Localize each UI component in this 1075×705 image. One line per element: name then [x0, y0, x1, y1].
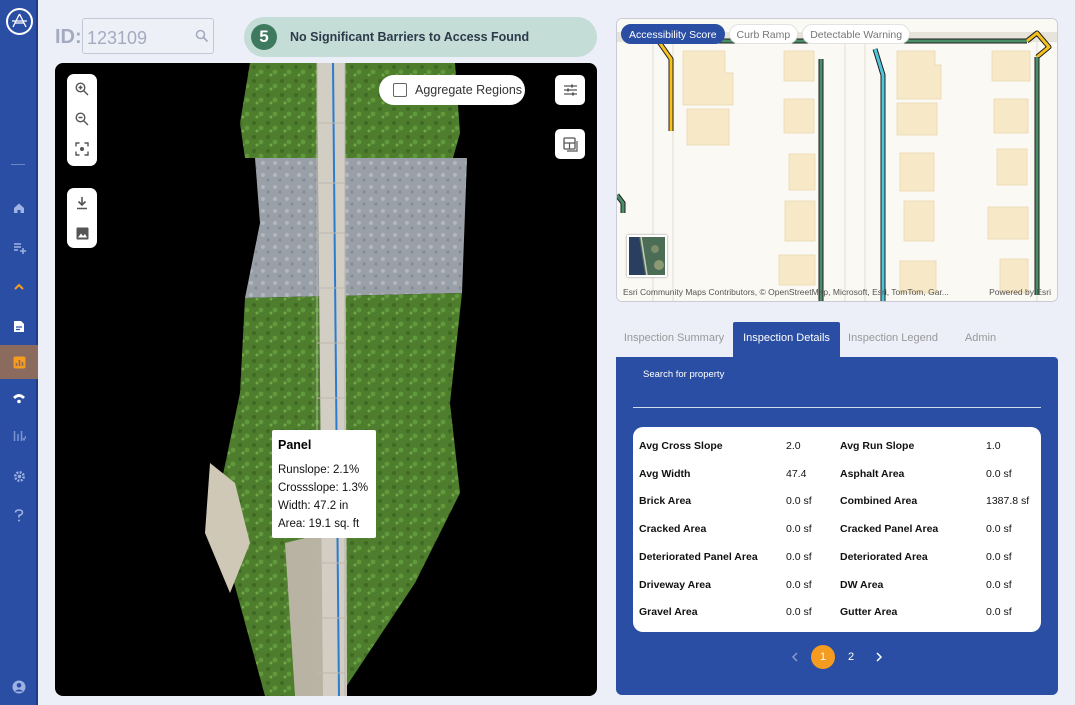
tab-inspection-legend[interactable]: Inspection Legend — [843, 322, 943, 358]
inspection-tabs: Inspection Summary Inspection Details In… — [616, 322, 1058, 358]
id-search-input[interactable]: 123109 — [82, 18, 214, 54]
chevron-up-icon[interactable] — [0, 270, 38, 304]
image-icon[interactable] — [67, 218, 97, 248]
accessibility-score-badge: 5 — [251, 24, 277, 50]
playlist-add-icon[interactable] — [0, 231, 38, 265]
inspection-details-panel: Search for property Avg Cross Slope 2.0 … — [616, 357, 1058, 695]
map-tab-detectable-warning[interactable]: Detectable Warning — [802, 24, 911, 44]
detail-value: 0.0 sf — [786, 551, 812, 563]
chevron-right-icon[interactable] — [867, 645, 891, 669]
map-attribution[interactable]: Esri Community Maps Contributors, © Open… — [623, 287, 949, 297]
basemap-toggle[interactable] — [627, 235, 667, 277]
chevron-left-icon[interactable] — [783, 645, 807, 669]
pagination: 1 2 — [616, 645, 1058, 669]
detail-key: Combined Area — [840, 495, 918, 507]
settings-icon[interactable] — [0, 459, 38, 493]
help-icon[interactable] — [0, 498, 38, 532]
detail-key: DW Area — [840, 579, 884, 591]
zoom-toolbar — [67, 74, 97, 166]
layout-toggle-icon[interactable] — [555, 129, 585, 159]
filter-settings-icon[interactable] — [555, 75, 585, 105]
detail-key: Gravel Area — [639, 606, 698, 618]
table-row: Brick Area 0.0 sf Combined Area 1387.8 s… — [633, 495, 1041, 515]
detail-key: Avg Width — [639, 468, 691, 480]
detail-value: 0.0 sf — [986, 468, 1012, 480]
detail-key: Driveway Area — [639, 579, 711, 591]
fit-view-icon[interactable] — [67, 134, 97, 164]
data-icon[interactable] — [0, 419, 38, 453]
map-canvas — [617, 19, 1057, 301]
aggregate-regions-toggle[interactable]: Aggregate Regions — [379, 75, 525, 105]
page-1-button[interactable]: 1 — [811, 645, 835, 669]
access-status-banner: 5 No Significant Barriers to Access Foun… — [244, 17, 597, 57]
tooltip-title: Panel — [278, 438, 312, 452]
id-label: ID: — [55, 26, 82, 48]
detail-key: Brick Area — [639, 495, 692, 507]
tooltip-runslope: Runslope: 2.1% — [278, 464, 360, 476]
detail-value: 2.0 — [786, 440, 801, 452]
detail-value: 0.0 sf — [986, 579, 1012, 591]
sidewalk-imagery — [205, 63, 467, 696]
tooltip-area: Area: 19.1 sq. ft — [278, 518, 360, 530]
detail-value: 0.0 sf — [786, 579, 812, 591]
report-icon[interactable] — [0, 309, 38, 343]
export-toolbar — [67, 188, 97, 248]
table-row: Avg Cross Slope 2.0 Avg Run Slope 1.0 — [633, 440, 1041, 460]
property-search-label: Search for property — [643, 369, 725, 380]
detail-key: Gutter Area — [840, 606, 898, 618]
detail-key: Deteriorated Area — [840, 551, 928, 563]
tooltip-width: Width: 47.2 in — [278, 500, 349, 512]
aggregate-regions-checkbox[interactable] — [393, 83, 407, 97]
detail-value: 0.0 sf — [786, 606, 812, 618]
tab-inspection-details[interactable]: Inspection Details — [733, 322, 840, 358]
detail-value: 0.0 sf — [786, 523, 812, 535]
map-tab-accessibility-score[interactable]: Accessibility Score — [621, 24, 725, 44]
user-account-icon[interactable] — [0, 670, 38, 704]
panel-tooltip: Panel Runslope: 2.1% Crossslope: 1.3% Wi… — [272, 430, 376, 538]
tab-inspection-summary[interactable]: Inspection Summary — [616, 322, 732, 358]
table-row: Cracked Area 0.0 sf Cracked Panel Area 0… — [633, 523, 1041, 543]
id-input-value: 123109 — [87, 28, 148, 48]
table-row: Gravel Area 0.0 sf Gutter Area 0.0 sf — [633, 606, 1041, 626]
detail-value: 47.4 — [786, 468, 807, 480]
table-row: Deteriorated Panel Area 0.0 sf Deteriora… — [633, 551, 1041, 571]
detail-value: 0.0 sf — [986, 523, 1012, 535]
property-search-input[interactable] — [633, 407, 1041, 408]
detail-value: 0.0 sf — [786, 495, 812, 507]
table-row: Driveway Area 0.0 sf DW Area 0.0 sf — [633, 579, 1041, 599]
wifi-icon[interactable] — [0, 381, 38, 415]
analytics-icon[interactable] — [0, 345, 38, 379]
zoom-out-icon[interactable] — [67, 104, 97, 134]
detail-value: 0.0 sf — [986, 606, 1012, 618]
detail-key: Asphalt Area — [840, 468, 905, 480]
access-status-text: No Significant Barriers to Access Found — [290, 30, 530, 44]
table-row: Avg Width 47.4 Asphalt Area 0.0 sf — [633, 468, 1041, 488]
tab-admin[interactable]: Admin — [949, 322, 1012, 358]
aggregate-regions-label: Aggregate Regions — [415, 83, 523, 97]
detail-key: Deteriorated Panel Area — [639, 551, 758, 563]
detail-key: Cracked Panel Area — [840, 523, 939, 535]
home-icon[interactable] — [0, 191, 38, 225]
detail-value: 1.0 — [986, 440, 1001, 452]
detail-value: 1387.8 sf — [986, 495, 1030, 507]
search-icon[interactable] — [195, 29, 209, 48]
detail-key: Avg Run Slope — [840, 440, 915, 452]
map-tab-curb-ramp[interactable]: Curb Ramp — [728, 24, 799, 44]
detail-value: 0.0 sf — [986, 551, 1012, 563]
tooltip-crossslope: Crossslope: 1.3% — [278, 482, 369, 494]
detail-key: Avg Cross Slope — [639, 440, 723, 452]
app-logo[interactable] — [6, 8, 33, 35]
download-icon[interactable] — [67, 188, 97, 218]
sidebar-divider — [11, 164, 25, 165]
powered-by-esri[interactable]: Powered by Esri — [989, 287, 1051, 297]
zoom-in-icon[interactable] — [67, 74, 97, 104]
page-2-button[interactable]: 2 — [839, 645, 863, 669]
imagery-viewer[interactable]: Aggregate Regions Panel Runslope: 2.1% C… — [55, 63, 597, 696]
accessibility-map[interactable]: Accessibility Score Curb Ramp Detectable… — [616, 18, 1058, 302]
detail-key: Cracked Area — [639, 523, 707, 535]
sidebar — [0, 0, 38, 705]
details-card: Avg Cross Slope 2.0 Avg Run Slope 1.0 Av… — [633, 427, 1041, 632]
map-layer-tabs: Accessibility Score Curb Ramp Detectable… — [621, 24, 911, 44]
